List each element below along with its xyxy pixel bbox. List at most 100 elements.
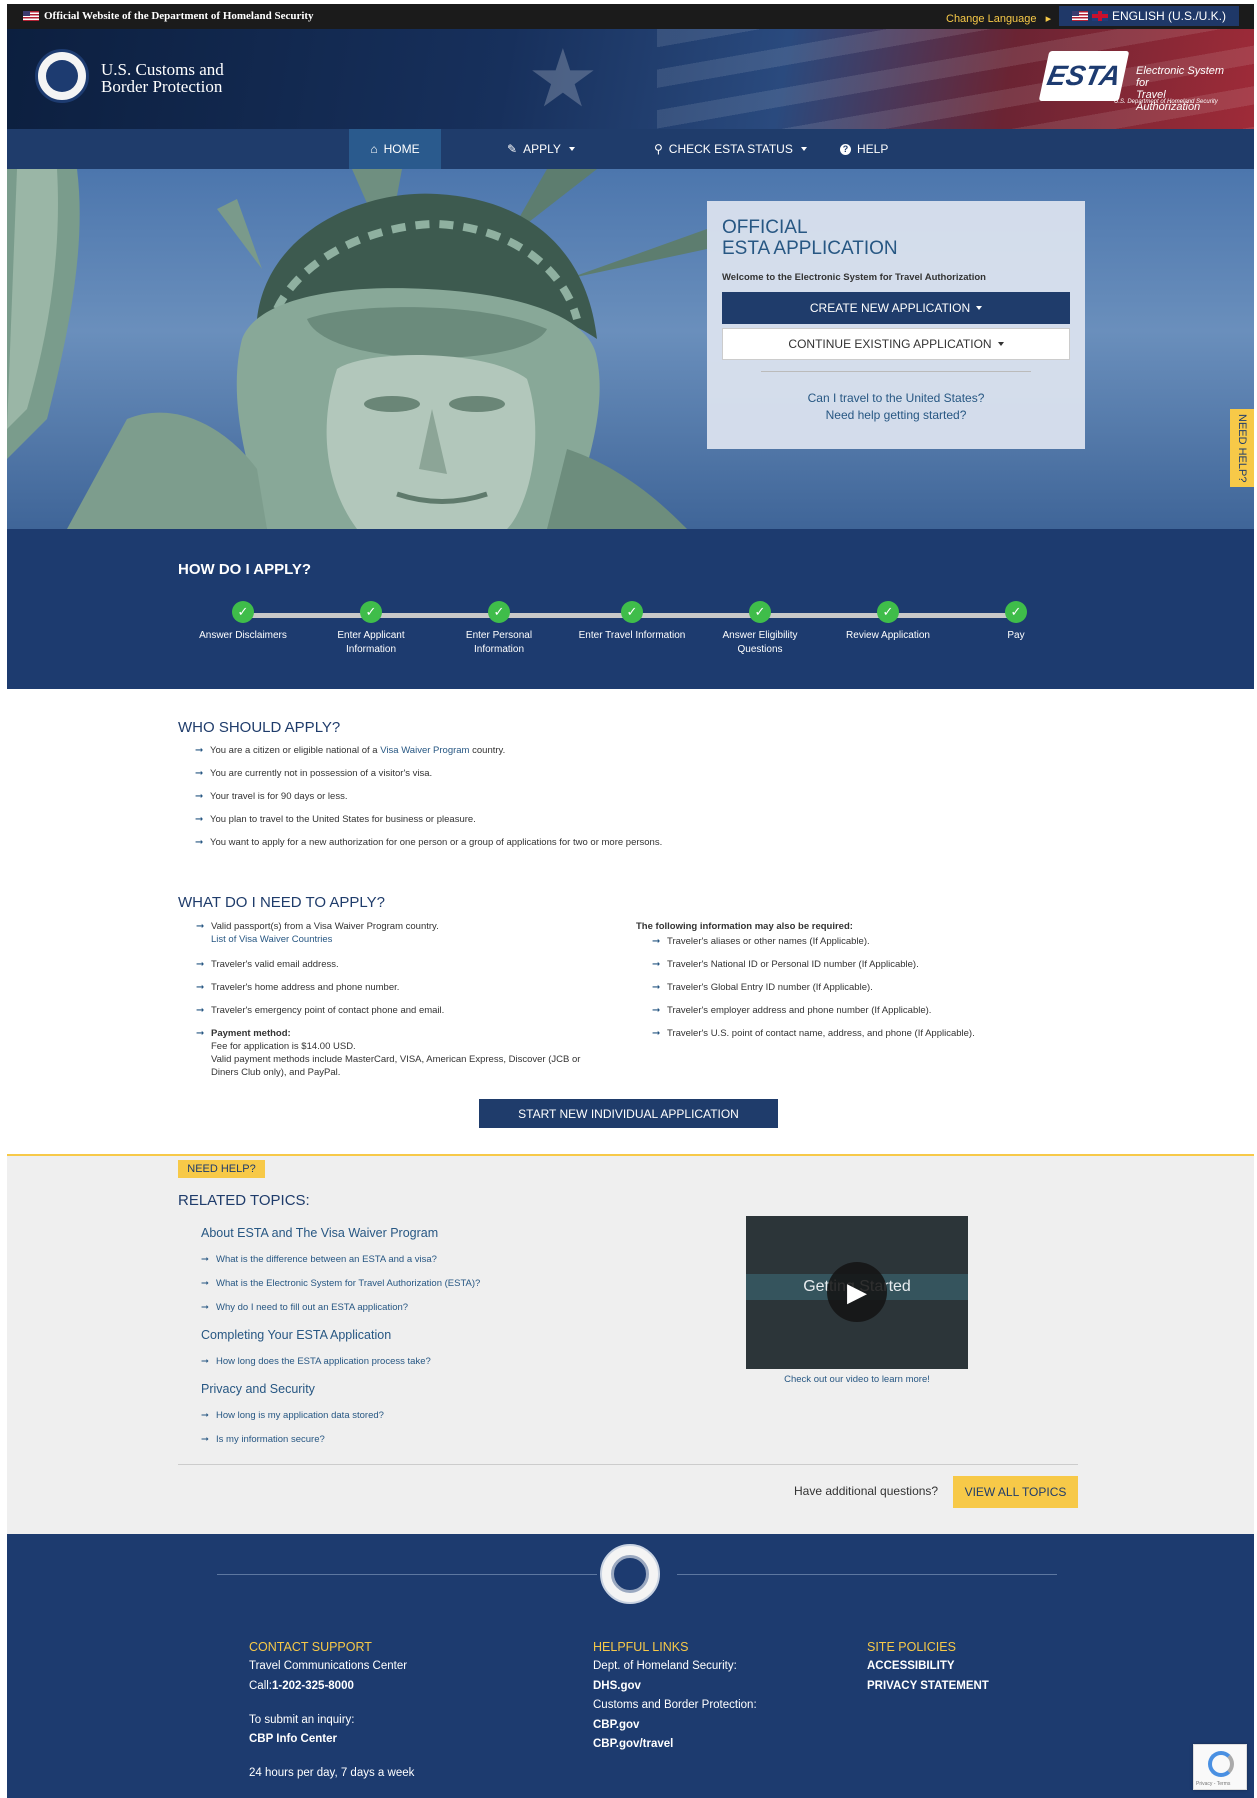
- nav-help[interactable]: ? HELP: [840, 129, 888, 169]
- cbp-label: Customs and Border Protection:: [593, 1699, 757, 1711]
- esta-logo-subtitle: Electronic System for Travel Authorizati…: [1136, 65, 1229, 113]
- footer-divider-left: [217, 1574, 597, 1575]
- nav-apply[interactable]: ✎ APPLY: [507, 129, 575, 169]
- need-help-tab[interactable]: NEED HELP?: [1230, 409, 1254, 487]
- arrow-right-icon: ➞: [201, 1302, 209, 1313]
- topic-question-link[interactable]: ➞ What is the difference between an ESTA …: [201, 1254, 437, 1265]
- item-text: Valid passport(s) from a Visa Waiver Pro…: [211, 921, 439, 932]
- step-label-line1: Review Application: [846, 630, 930, 641]
- hero-title: OFFICIAL ESTA APPLICATION: [722, 217, 898, 259]
- topic-question-link[interactable]: ➞ What is the Electronic System for Trave…: [201, 1278, 480, 1289]
- cbp-seal-icon[interactable]: [35, 49, 89, 103]
- pencil-icon: ✎: [507, 142, 518, 156]
- view-all-topics-button[interactable]: VIEW ALL TOPICS: [953, 1476, 1078, 1508]
- flag-us-icon: [1071, 11, 1088, 21]
- topic-question-link[interactable]: ➞ Is my information secure?: [201, 1434, 325, 1445]
- call-label: Call:: [249, 1680, 273, 1692]
- additional-questions-text: Have additional questions?: [794, 1484, 939, 1498]
- step-label-line2: Information: [473, 644, 525, 655]
- gov-banner-label: Official Website of the Department of Ho…: [23, 10, 314, 22]
- start-individual-application-button[interactable]: START NEW INDIVIDUAL APPLICATION: [479, 1099, 778, 1128]
- dhs-link[interactable]: DHS.gov: [593, 1680, 641, 1692]
- arrow-right-icon: ➞: [196, 1005, 205, 1016]
- item-text: Your travel is for 90 days or less.: [210, 791, 348, 802]
- topic-category-completing[interactable]: Completing Your ESTA Application: [201, 1328, 391, 1342]
- site-policies-heading: SITE POLICIES: [867, 1640, 956, 1654]
- nav-apply-label: APPLY: [523, 142, 561, 156]
- recaptcha-icon: [1208, 1751, 1234, 1777]
- arrow-right-icon: ➞: [195, 837, 204, 848]
- list-item: ➞ Traveler's employer address and phone n…: [652, 1004, 931, 1017]
- step-label-line1: Enter Applicant: [337, 630, 405, 641]
- arrow-right-icon: ➞: [195, 768, 204, 779]
- change-language-label: Change Language: [946, 13, 1037, 25]
- check-icon: ✓: [749, 601, 771, 623]
- nav-home[interactable]: ⌂ HOME: [349, 129, 441, 169]
- payment-fee: Fee for application is $14.00 USD.: [211, 1041, 356, 1052]
- footer-divider-right: [677, 1574, 1057, 1575]
- list-item: ➞ Traveler's Global Entry ID number (If A…: [652, 981, 873, 994]
- create-new-application-button[interactable]: CREATE NEW APPLICATION: [722, 292, 1070, 324]
- privacy-statement-link[interactable]: PRIVACY STATEMENT: [867, 1680, 989, 1692]
- visa-waiver-program-link[interactable]: Visa Waiver Program: [380, 745, 469, 756]
- agency-name[interactable]: U.S. Customs and Border Protection: [101, 61, 224, 95]
- topic-category-about[interactable]: About ESTA and The Visa Waiver Program: [201, 1226, 438, 1240]
- step-label-line1: Pay: [1007, 630, 1025, 641]
- recaptcha-terms[interactable]: Privacy - Terms: [1196, 1781, 1230, 1787]
- topic-question-link[interactable]: ➞ How long does the ESTA application proc…: [201, 1356, 431, 1367]
- item-text: Traveler's aliases or other names (If Ap…: [667, 936, 870, 947]
- recaptcha-badge[interactable]: Privacy - Terms: [1193, 1744, 1247, 1790]
- nav-home-label: HOME: [383, 142, 420, 156]
- arrow-right-icon: ➞: [652, 936, 661, 947]
- cbp-link[interactable]: CBP.gov: [593, 1719, 639, 1731]
- nav-check-status[interactable]: ⚲ CHECK ESTA STATUS: [654, 129, 807, 169]
- cbp-travel-link[interactable]: CBP.gov/travel: [593, 1738, 673, 1750]
- step-label-line1: Answer Disclaimers: [199, 630, 287, 641]
- contact-phone[interactable]: Call:1-202-325-8000: [249, 1680, 354, 1692]
- topic-question-link[interactable]: ➞ How long is my application data stored?: [201, 1410, 384, 1421]
- language-selector[interactable]: ENGLISH (U.S./U.K.): [1059, 6, 1239, 26]
- create-button-label: CREATE NEW APPLICATION: [809, 301, 971, 315]
- visa-waiver-countries-link[interactable]: List of Visa Waiver Countries: [211, 933, 439, 946]
- dhs-label: Dept. of Homeland Security:: [593, 1660, 737, 1672]
- arrow-right-icon: ➞: [652, 982, 661, 993]
- how-to-apply-section: HOW DO I APPLY? ✓ Answer Disclaimers ✓ E…: [7, 529, 1254, 689]
- accessibility-link[interactable]: ACCESSIBILITY: [867, 1660, 955, 1672]
- arrow-right-icon: ➞: [201, 1410, 209, 1421]
- esta-logo[interactable]: ESTA Electronic System for Travel Author…: [1038, 51, 1229, 113]
- change-language-link[interactable]: Change Language ▸: [946, 12, 1051, 25]
- hero-title-line2: ESTA APPLICATION: [722, 238, 898, 259]
- list-item: ➞ Traveler's National ID or Personal ID n…: [652, 958, 919, 971]
- topic-category-privacy[interactable]: Privacy and Security: [201, 1382, 315, 1396]
- arrow-right-icon: ➞: [196, 982, 205, 993]
- continue-existing-application-button[interactable]: CONTINUE EXISTING APPLICATION: [722, 328, 1070, 360]
- payment-methods-line1: Valid payment methods include MasterCard…: [211, 1054, 581, 1065]
- need-help-started-link[interactable]: Need help getting started?: [707, 408, 1085, 422]
- step-label: Answer Eligibility Questions: [705, 629, 815, 657]
- step-enter-travel-information: ✓ Enter Travel Information: [572, 601, 692, 643]
- need-help-badge: NEED HELP?: [178, 1160, 265, 1178]
- cbp-info-center-link[interactable]: CBP Info Center: [249, 1733, 337, 1745]
- play-icon[interactable]: ▶: [827, 1262, 887, 1322]
- question-text: Is my information secure?: [216, 1434, 325, 1445]
- list-item: ➞ Traveler's home address and phone numbe…: [196, 981, 399, 994]
- arrow-right-icon: ➞: [196, 1028, 205, 1039]
- can-i-travel-link[interactable]: Can I travel to the United States?: [707, 391, 1085, 405]
- item-text-end: country.: [469, 745, 506, 756]
- hero-title-line1: OFFICIAL: [722, 217, 808, 238]
- list-item: ➞ Traveler's U.S. point of contact name, …: [652, 1027, 975, 1040]
- phone-number: 1-202-325-8000: [272, 1680, 354, 1692]
- contact-center-name: Travel Communications Center: [249, 1660, 408, 1672]
- step-answer-disclaimers: ✓ Answer Disclaimers: [188, 601, 298, 643]
- site-footer: CONTACT SUPPORT Travel Communications Ce…: [7, 1534, 1254, 1798]
- item-text: Traveler's National ID or Personal ID nu…: [667, 959, 919, 970]
- agency-name-line2: Border Protection: [101, 77, 223, 96]
- list-item: ➞ Traveler's valid email address.: [196, 958, 339, 971]
- step-label-line2: Questions: [737, 644, 783, 655]
- caret-down-icon: [568, 147, 575, 151]
- item-text: You want to apply for a new authorizatio…: [210, 837, 663, 848]
- nav-help-label: HELP: [857, 142, 889, 156]
- submit-inquiry-label: To submit an inquiry:: [249, 1714, 355, 1726]
- topic-question-link[interactable]: ➞ Why do I need to fill out an ESTA appli…: [201, 1302, 408, 1313]
- getting-started-video[interactable]: Getting Started ▶: [746, 1216, 968, 1369]
